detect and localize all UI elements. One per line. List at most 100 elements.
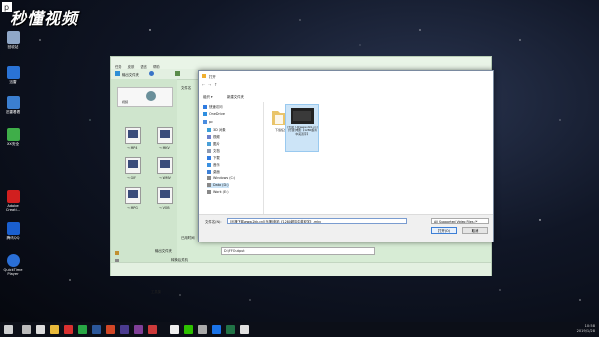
app-titlebar — [111, 57, 491, 64]
desktop-icon-quicktime[interactable]: QuickTime Player — [2, 254, 24, 276]
up-arrow-icon[interactable]: ↑ — [214, 82, 217, 87]
app-icon[interactable] — [120, 325, 129, 334]
tree-item-downloads[interactable]: 下载 — [207, 155, 220, 160]
format-vob-label: → VOB — [159, 206, 170, 210]
tree-item-drive-e[interactable]: Work (E:) — [207, 190, 229, 195]
desktop-icon-recycle-bin[interactable]: 回收站 — [2, 31, 24, 49]
xunlei-icon — [6, 66, 20, 79]
format-factory-taskbar-icon[interactable] — [170, 325, 179, 334]
format-wmv-label: → WMV — [159, 176, 171, 180]
app-icon[interactable] — [148, 325, 157, 334]
desktop-icon-adobe[interactable]: Adobe Creati... — [2, 190, 24, 212]
toolset-icon — [115, 251, 119, 255]
word-icon[interactable] — [92, 325, 101, 334]
cancel-button[interactable]: 取消 — [462, 227, 488, 234]
start-icon[interactable] — [4, 325, 13, 334]
search-icon[interactable] — [22, 325, 31, 334]
file-explorer-icon[interactable] — [50, 325, 59, 334]
dialog-titlebar: 打开 — [199, 71, 493, 81]
format-gif-label: → GIF — [127, 176, 136, 180]
format-gif-button[interactable] — [125, 157, 141, 174]
app-icon[interactable] — [78, 325, 87, 334]
drive-icon — [207, 183, 211, 187]
tree-item-pc[interactable]: pc — [203, 120, 213, 125]
format-mpg-label: → MPG — [127, 206, 138, 210]
tree-item-videos[interactable]: 视频 — [207, 134, 220, 139]
desktop-icon — [207, 170, 211, 174]
filename-label: 文件名(N): — [205, 220, 222, 224]
onenote-icon[interactable] — [134, 325, 143, 334]
document-icon — [207, 149, 211, 153]
tree-item-onedrive[interactable]: OneDrive — [203, 112, 225, 117]
computer-icon — [203, 120, 207, 124]
app-icon[interactable] — [212, 325, 221, 334]
tree-item-drive-c[interactable]: Windows (C:) — [207, 176, 235, 181]
open-button[interactable]: 打开(O) — [431, 227, 457, 234]
format-mkv-button[interactable] — [157, 127, 173, 144]
tree-item-3d-objects[interactable]: 3D 对象 — [207, 127, 226, 132]
adobe-icon — [6, 190, 20, 203]
tree-item-quick-access[interactable]: 快速访问 — [203, 104, 223, 109]
cloud-icon — [203, 112, 207, 116]
new-folder-button[interactable]: 新建文件夹 — [227, 94, 244, 99]
desktop-icon-xunlei-kankan[interactable]: 迅雷看看 — [2, 96, 24, 114]
tree-item-documents[interactable]: 文档 — [207, 148, 220, 153]
status-elapsed-label: 已用时间 — [181, 236, 195, 240]
app-icon[interactable] — [64, 325, 73, 334]
video-thumbnail-icon — [291, 108, 314, 124]
file-column-header: 文件名 — [181, 86, 192, 90]
tree-item-pictures[interactable]: 图片 — [207, 141, 220, 146]
desktop-icon-qq[interactable]: 腾讯QQ — [2, 222, 24, 240]
system-tray-clock[interactable]: 10:58 2019/1/28 — [577, 324, 595, 333]
format-mp4-label: → MP4 — [127, 146, 138, 150]
options-icon[interactable] — [149, 71, 154, 76]
file-item-video-label: [乐援下载www.2kk.cn][乐援]电影【1280超清中英双字】 — [287, 126, 318, 136]
output-folder-toolbar-label[interactable]: 输出文件夹 — [122, 72, 139, 77]
bottom-toolset-label[interactable]: 工具集 — [151, 289, 161, 294]
back-arrow-icon[interactable]: ← — [202, 82, 205, 87]
qq-icon — [6, 222, 20, 235]
recycle-bin-icon — [6, 31, 20, 44]
watermark-text: 秒懂视频 — [10, 9, 79, 28]
drive-icon — [207, 190, 211, 194]
forward-arrow-icon[interactable]: → — [208, 82, 211, 87]
tree-item-desktop[interactable]: 桌面 — [207, 169, 220, 174]
output-folder-input[interactable]: D:\FFOutput — [221, 247, 375, 255]
output-folder-icon[interactable] — [115, 71, 120, 76]
format-wmv-button[interactable] — [157, 157, 173, 174]
format-mp4-button[interactable] — [125, 127, 141, 144]
tree-item-music[interactable]: 音乐 — [207, 162, 220, 167]
quicktime-icon — [6, 254, 20, 267]
excel-icon[interactable] — [226, 325, 235, 334]
filetype-select[interactable]: All Supported Video Files (* — [431, 218, 489, 224]
organize-button[interactable]: 组织 ▾ — [203, 94, 213, 99]
cube-icon — [207, 128, 211, 132]
file-item-video-selected[interactable]: [乐援下载www.2kk.cn][乐援]电影【1280超清中英双字】 — [285, 104, 319, 152]
download-icon — [207, 156, 211, 160]
app-icon[interactable] — [240, 325, 249, 334]
desktop-icon-xunlei[interactable]: 迅雷 — [2, 66, 24, 84]
video-icon — [207, 135, 211, 139]
start-icon[interactable] — [175, 71, 180, 76]
format-mpg-button[interactable] — [125, 187, 141, 204]
format-vob-button[interactable] — [157, 187, 173, 204]
wechat-icon[interactable] — [184, 325, 193, 334]
security-shield-icon — [6, 128, 20, 141]
powerpoint-icon[interactable] — [106, 325, 115, 334]
dialog-bottom: 文件名(N): [乐援下载www.2kk.cn][乐援]电影【1280超清中英双… — [199, 214, 493, 242]
video-category-label: 视频 — [122, 100, 129, 104]
xunlei-kankan-icon — [6, 96, 20, 109]
film-reel-icon — [146, 91, 156, 101]
app-icon[interactable] — [198, 325, 207, 334]
music-icon — [207, 163, 211, 167]
picture-icon — [207, 142, 211, 146]
format-mkv-label: → MKV — [159, 146, 170, 150]
video-category[interactable]: 视频 — [117, 87, 173, 107]
filename-input[interactable]: [乐援下载www.2kk.cn][乐援]电影【1280超清中英双字】.mkv — [227, 218, 407, 224]
task-view-icon[interactable] — [36, 325, 45, 334]
star-icon — [203, 105, 207, 109]
svg-text:p: p — [4, 3, 9, 12]
desktop-icon-security[interactable]: XX安全 — [2, 128, 24, 146]
navigation-tree: 快速访问 OneDrive pc 3D 对象 视频 图片 文档 下载 音乐 桌面… — [199, 102, 264, 214]
tree-item-drive-d[interactable]: Data (D:) — [207, 183, 229, 188]
